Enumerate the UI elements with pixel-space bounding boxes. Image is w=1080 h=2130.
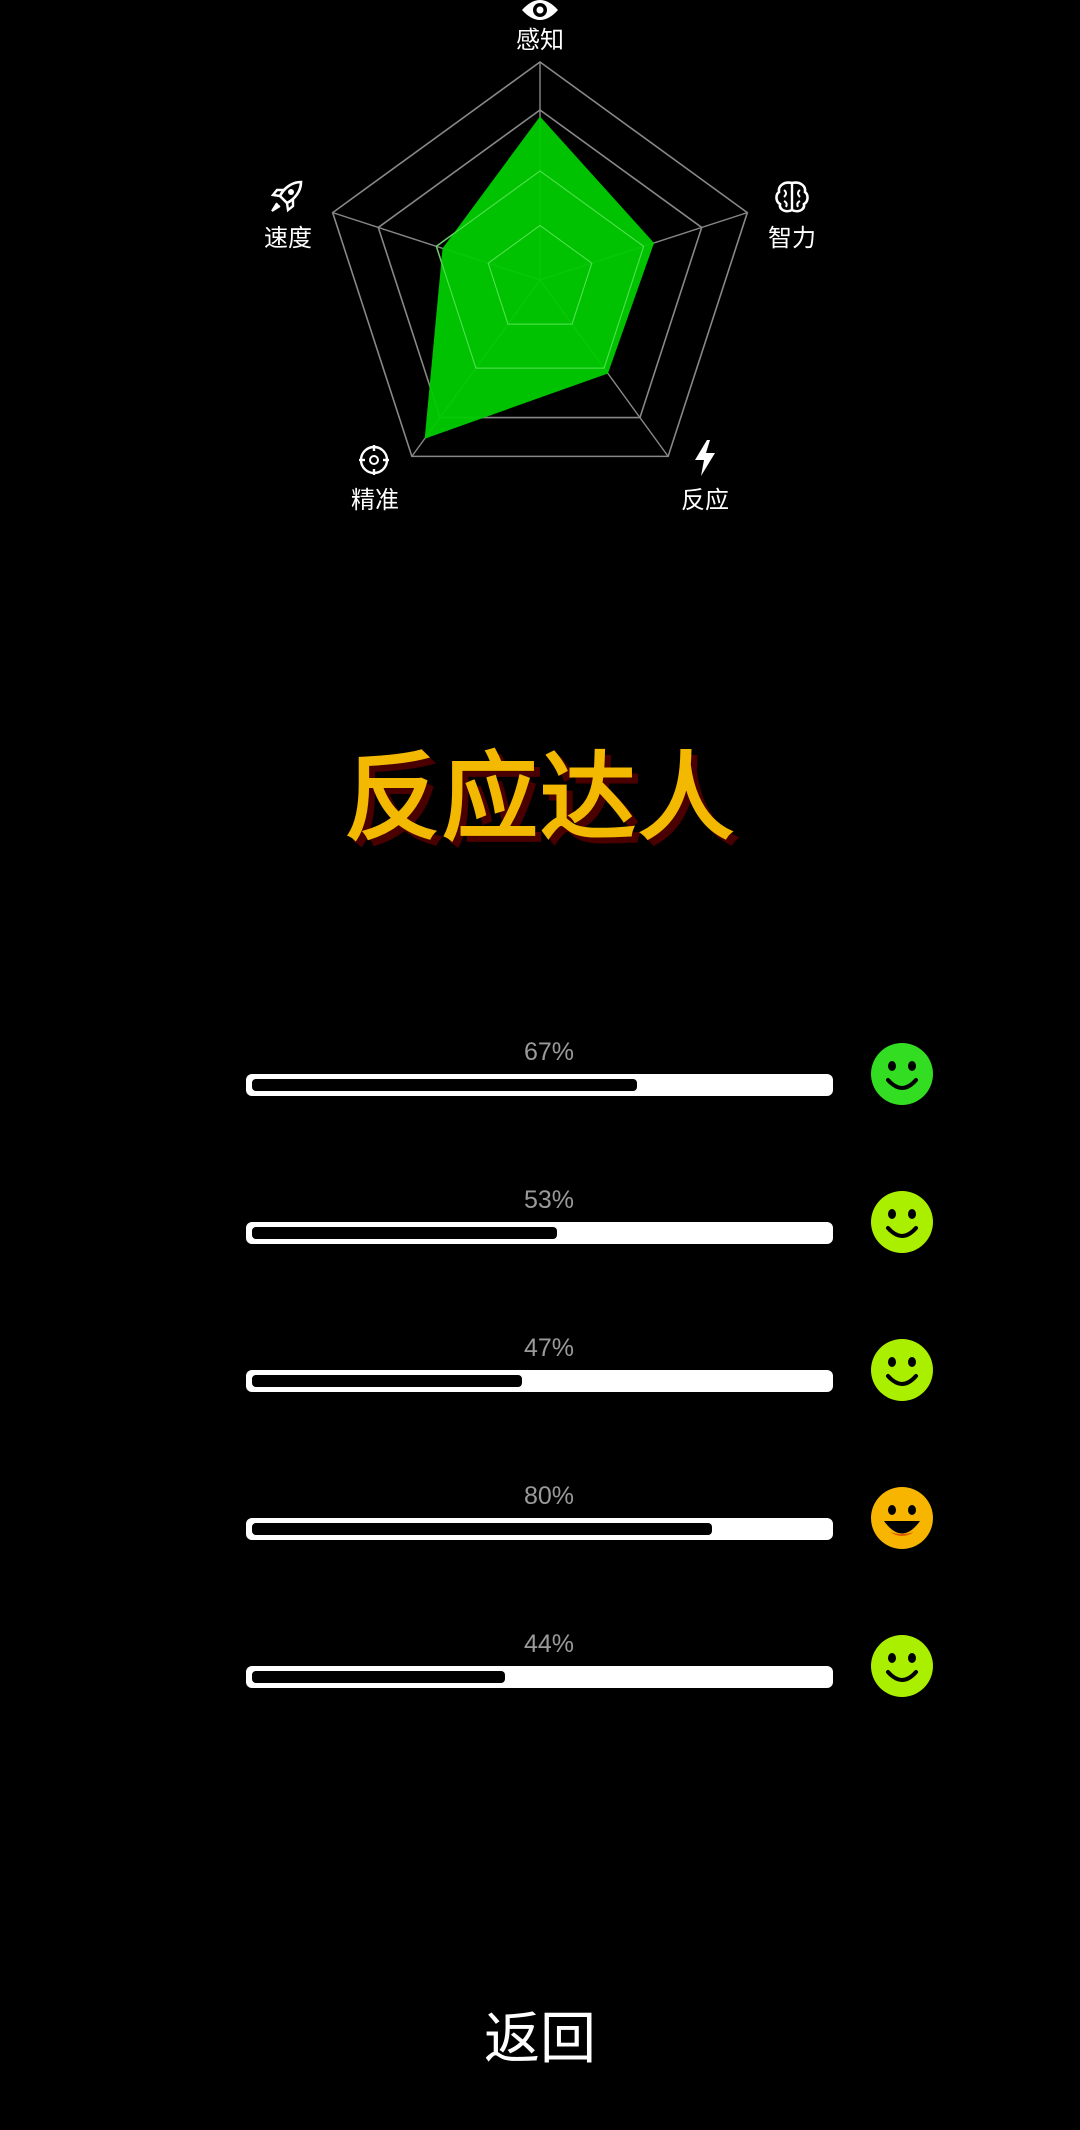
axis-label-perception: 感知 [516,26,564,54]
smile-face-icon [871,1339,933,1401]
score-row: 80% [0,1482,1080,1592]
score-row: 53% [0,1186,1080,1296]
score-percent-label: 53% [523,1186,575,1214]
radar-chart: 感知 智力 反应 精准 速度 [0,0,1080,540]
progress-bar-fill [252,1523,712,1535]
progress-bar [246,1222,833,1244]
axis-label-intelligence: 智力 [768,224,816,252]
lightning-icon [685,438,725,478]
result-title: 反应达人 [344,742,736,854]
progress-bar [246,1370,833,1392]
score-percent-label: 44% [523,1630,575,1658]
smile-face-icon [871,1635,933,1697]
smile-face-icon [871,1043,933,1105]
crosshair-icon [354,440,394,480]
progress-bar [246,1518,833,1540]
progress-bar [246,1074,833,1096]
progress-bar-fill [252,1671,505,1683]
radar-svg [331,61,749,458]
axis-label-reaction: 反应 [681,486,729,514]
brain-icon [772,177,812,217]
axis-label-precision: 精准 [351,486,399,514]
score-row: 67% [0,1038,1080,1148]
axis-label-speed: 速度 [264,224,312,252]
rocket-icon [266,177,306,217]
progress-bar-fill [252,1227,557,1239]
score-percent-label: 67% [523,1038,575,1066]
score-row: 47% [0,1334,1080,1444]
progress-bar-fill [252,1079,637,1091]
smile-face-icon [871,1191,933,1253]
score-row: 44% [0,1630,1080,1740]
back-button[interactable]: 返回 [440,1995,640,2085]
progress-bar-fill [252,1375,522,1387]
score-percent-label: 47% [523,1334,575,1362]
score-percent-label: 80% [523,1482,575,1510]
progress-bar [246,1666,833,1688]
grin-face-icon [871,1487,933,1549]
